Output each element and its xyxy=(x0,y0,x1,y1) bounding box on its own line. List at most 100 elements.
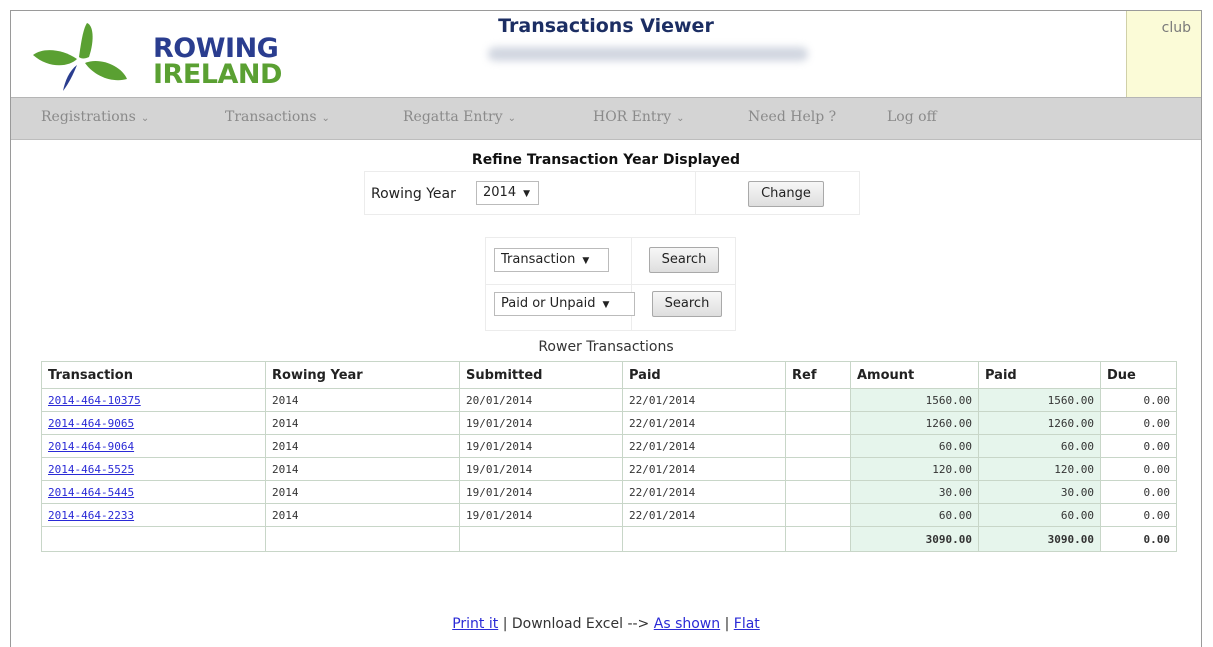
paid-date-cell: 22/01/2014 xyxy=(622,388,786,412)
table-header-row: Transaction Rowing Year Submitted Paid R… xyxy=(41,361,1177,389)
empty-cell xyxy=(459,526,623,552)
refine-year-form: Rowing Year 2014 ▼ Change xyxy=(364,171,860,215)
chevron-down-icon: ⌄ xyxy=(321,113,330,124)
logo-text-line2: IRELAND xyxy=(153,59,282,90)
col-header-transaction[interactable]: Transaction xyxy=(41,361,266,389)
rowing-year-label: Rowing Year xyxy=(371,186,456,202)
due-cell: 0.00 xyxy=(1100,434,1177,458)
totals-row: 3090.00 3090.00 0.00 xyxy=(41,526,1177,552)
paid-status-value: Paid or Unpaid xyxy=(501,296,596,311)
due-cell: 0.00 xyxy=(1100,388,1177,412)
main-content: Refine Transaction Year Displayed Rowing… xyxy=(11,140,1201,647)
print-link[interactable]: Print it xyxy=(452,616,498,632)
transaction-filter-value: Transaction xyxy=(501,252,576,267)
caret-down-icon: ▼ xyxy=(582,256,590,266)
chevron-down-icon: ⌄ xyxy=(140,113,150,124)
submitted-cell: 20/01/2014 xyxy=(459,388,623,412)
export-links: Print it | Download Excel --> As shown |… xyxy=(11,616,1201,632)
transaction-link[interactable]: 2014-464-2233 xyxy=(48,509,134,522)
menu-item-label: Regatta Entry xyxy=(403,109,503,125)
paid-date-cell: 22/01/2014 xyxy=(622,457,786,481)
change-button[interactable]: Change xyxy=(748,181,824,207)
amount-cell: 60.00 xyxy=(850,434,979,458)
ref-cell xyxy=(785,411,851,435)
menu-item-label: Log off xyxy=(887,109,937,125)
table-caption: Rower Transactions xyxy=(538,339,674,355)
menu-item-hor-entry[interactable]: HOR Entry ⌄ xyxy=(593,109,685,125)
blurred-club-name xyxy=(488,47,808,61)
table-row: 2014-464-10375 2014 20/01/2014 22/01/201… xyxy=(41,388,1177,412)
transaction-link[interactable]: 2014-464-9064 xyxy=(48,440,134,453)
refine-title: Refine Transaction Year Displayed xyxy=(471,152,741,168)
search-button-transaction[interactable]: Search xyxy=(649,247,719,273)
year-cell: 2014 xyxy=(265,411,460,435)
menu-item-need-help[interactable]: Need Help ? xyxy=(748,109,836,125)
rowing-year-value: 2014 xyxy=(483,185,517,200)
menu-item-transactions[interactable]: Transactions ⌄ xyxy=(225,109,330,125)
transaction-cell: 2014-464-2233 xyxy=(41,503,266,527)
amount-cell: 30.00 xyxy=(850,480,979,504)
app-frame: ROWING IRELAND Transactions Viewer club … xyxy=(10,10,1202,647)
amount-cell: 1260.00 xyxy=(850,411,979,435)
rowing-year-select[interactable]: 2014 ▼ xyxy=(476,181,539,205)
col-header-rowing-year[interactable]: Rowing Year xyxy=(265,361,460,389)
transaction-link[interactable]: 2014-464-9065 xyxy=(48,417,134,430)
menu-item-log-off[interactable]: Log off xyxy=(887,109,937,125)
divider xyxy=(695,172,696,214)
search-filters: Transaction ▼ Search Paid or Unpaid ▼ Sear… xyxy=(485,237,736,331)
club-panel: club xyxy=(1126,11,1201,97)
transactions-table: Transaction Rowing Year Submitted Paid R… xyxy=(41,361,1177,552)
ref-cell xyxy=(785,434,851,458)
total-due-cell: 0.00 xyxy=(1100,526,1177,552)
table-row: 2014-464-5525 2014 19/01/2014 22/01/2014… xyxy=(41,457,1177,481)
main-menu: Registrations ⌄ Transactions ⌄ Regatta Ent… xyxy=(11,98,1201,140)
paid-date-cell: 22/01/2014 xyxy=(622,503,786,527)
page-title: Transactions Viewer xyxy=(498,15,714,37)
table-row: 2014-464-9065 2014 19/01/2014 22/01/2014… xyxy=(41,411,1177,435)
paid-status-select[interactable]: Paid or Unpaid ▼ xyxy=(494,292,635,316)
paid-cell: 1260.00 xyxy=(978,411,1101,435)
download-as-shown-link[interactable]: As shown xyxy=(654,616,720,632)
download-flat-link[interactable]: Flat xyxy=(734,616,760,632)
amount-cell: 120.00 xyxy=(850,457,979,481)
paid-cell: 60.00 xyxy=(978,503,1101,527)
transaction-link[interactable]: 2014-464-10375 xyxy=(48,394,141,407)
col-header-amount[interactable]: Amount xyxy=(850,361,979,389)
paid-cell: 120.00 xyxy=(978,457,1101,481)
menu-item-label: Registrations xyxy=(41,109,136,125)
divider xyxy=(486,284,735,285)
transaction-link[interactable]: 2014-464-5445 xyxy=(48,486,134,499)
paid-date-cell: 22/01/2014 xyxy=(622,434,786,458)
empty-cell xyxy=(41,526,266,552)
col-header-submitted[interactable]: Submitted xyxy=(459,361,623,389)
total-paid-cell: 3090.00 xyxy=(978,526,1101,552)
amount-cell: 60.00 xyxy=(850,503,979,527)
year-cell: 2014 xyxy=(265,503,460,527)
transaction-filter-select[interactable]: Transaction ▼ xyxy=(494,248,609,272)
transaction-cell: 2014-464-9065 xyxy=(41,411,266,435)
paid-cell: 60.00 xyxy=(978,434,1101,458)
col-header-due[interactable]: Due xyxy=(1100,361,1177,389)
ref-cell xyxy=(785,457,851,481)
menu-item-label: HOR Entry xyxy=(593,109,672,125)
menu-item-registrations[interactable]: Registrations ⌄ xyxy=(41,109,149,125)
col-header-paid-date[interactable]: Paid xyxy=(622,361,786,389)
separator: | xyxy=(720,616,734,632)
caret-down-icon: ▼ xyxy=(602,300,610,310)
transaction-cell: 2014-464-10375 xyxy=(41,388,266,412)
paid-cell: 30.00 xyxy=(978,480,1101,504)
empty-cell xyxy=(785,526,851,552)
col-header-paid[interactable]: Paid xyxy=(978,361,1101,389)
header: ROWING IRELAND Transactions Viewer club xyxy=(11,11,1201,98)
caret-down-icon: ▼ xyxy=(523,189,531,199)
transaction-cell: 2014-464-5525 xyxy=(41,457,266,481)
table-row: 2014-464-2233 2014 19/01/2014 22/01/2014… xyxy=(41,503,1177,527)
menu-item-label: Need Help ? xyxy=(748,109,837,125)
col-header-ref[interactable]: Ref xyxy=(785,361,851,389)
paid-cell: 1560.00 xyxy=(978,388,1101,412)
search-button-paid[interactable]: Search xyxy=(652,291,722,317)
chevron-down-icon: ⌄ xyxy=(676,113,685,124)
chevron-down-icon: ⌄ xyxy=(507,113,517,124)
menu-item-regatta-entry[interactable]: Regatta Entry ⌄ xyxy=(403,109,516,125)
transaction-link[interactable]: 2014-464-5525 xyxy=(48,463,134,476)
